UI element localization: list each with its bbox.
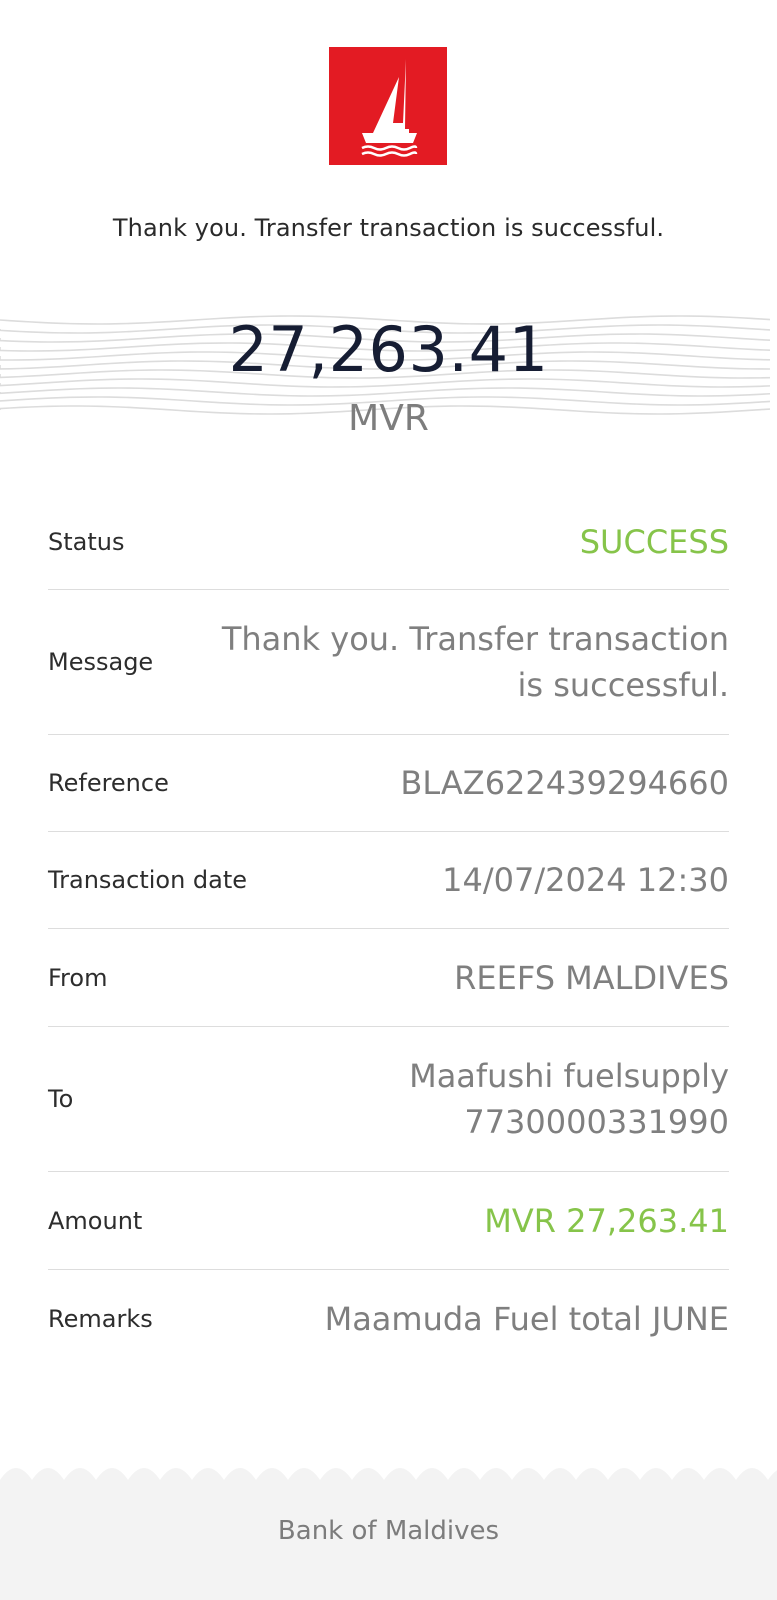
- transaction-receipt: Thank you. Transfer transaction is succe…: [0, 0, 777, 1600]
- to-account: 7730000331990: [464, 1103, 729, 1141]
- status-label: Status: [48, 527, 125, 556]
- from-label: From: [48, 963, 108, 992]
- amount-row: Amount MVR 27,263.41: [48, 1172, 729, 1270]
- remarks-value: Maamuda Fuel total JUNE: [324, 1300, 729, 1338]
- to-name: Maafushi fuelsupply: [409, 1057, 729, 1095]
- transaction-date-row: Transaction date 14/07/2024 12:30: [48, 832, 729, 929]
- transaction-details: Status SUCCESS Message Thank you. Transf…: [48, 494, 729, 1368]
- from-value: REEFS MALDIVES: [454, 958, 729, 997]
- remarks-label: Remarks: [48, 1305, 153, 1333]
- transfer-amount: 27,263.41: [228, 313, 549, 386]
- reference-label: Reference: [48, 769, 169, 797]
- to-row: To Maafushi fuelsupply 7730000331990: [48, 1027, 729, 1172]
- amount-label: Amount: [48, 1206, 143, 1235]
- message-label: Message: [48, 648, 154, 676]
- amount-value: MVR 27,263.41: [484, 1201, 729, 1240]
- status-value: SUCCESS: [579, 522, 729, 561]
- to-label: To: [48, 1085, 74, 1113]
- success-message: Thank you. Transfer transaction is succe…: [112, 214, 665, 242]
- to-value: Maafushi fuelsupply 7730000331990: [409, 1053, 729, 1145]
- transaction-date-label: Transaction date: [48, 866, 248, 894]
- sailboat-logo-icon: [329, 47, 447, 165]
- transaction-date-value: 14/07/2024 12:30: [442, 861, 729, 899]
- bank-name: Bank of Maldives: [277, 1516, 500, 1546]
- message-value: Thank you. Transfer transaction is succe…: [221, 620, 729, 704]
- transfer-currency: MVR: [348, 398, 429, 439]
- status-row: Status SUCCESS: [48, 494, 729, 590]
- message-row: Message Thank you. Transfer transaction …: [48, 590, 729, 735]
- reference-row: Reference BLAZ622439294660: [48, 735, 729, 832]
- reference-value: BLAZ622439294660: [400, 764, 729, 802]
- remarks-row: Remarks Maamuda Fuel total JUNE: [48, 1270, 729, 1368]
- from-row: From REEFS MALDIVES: [48, 929, 729, 1027]
